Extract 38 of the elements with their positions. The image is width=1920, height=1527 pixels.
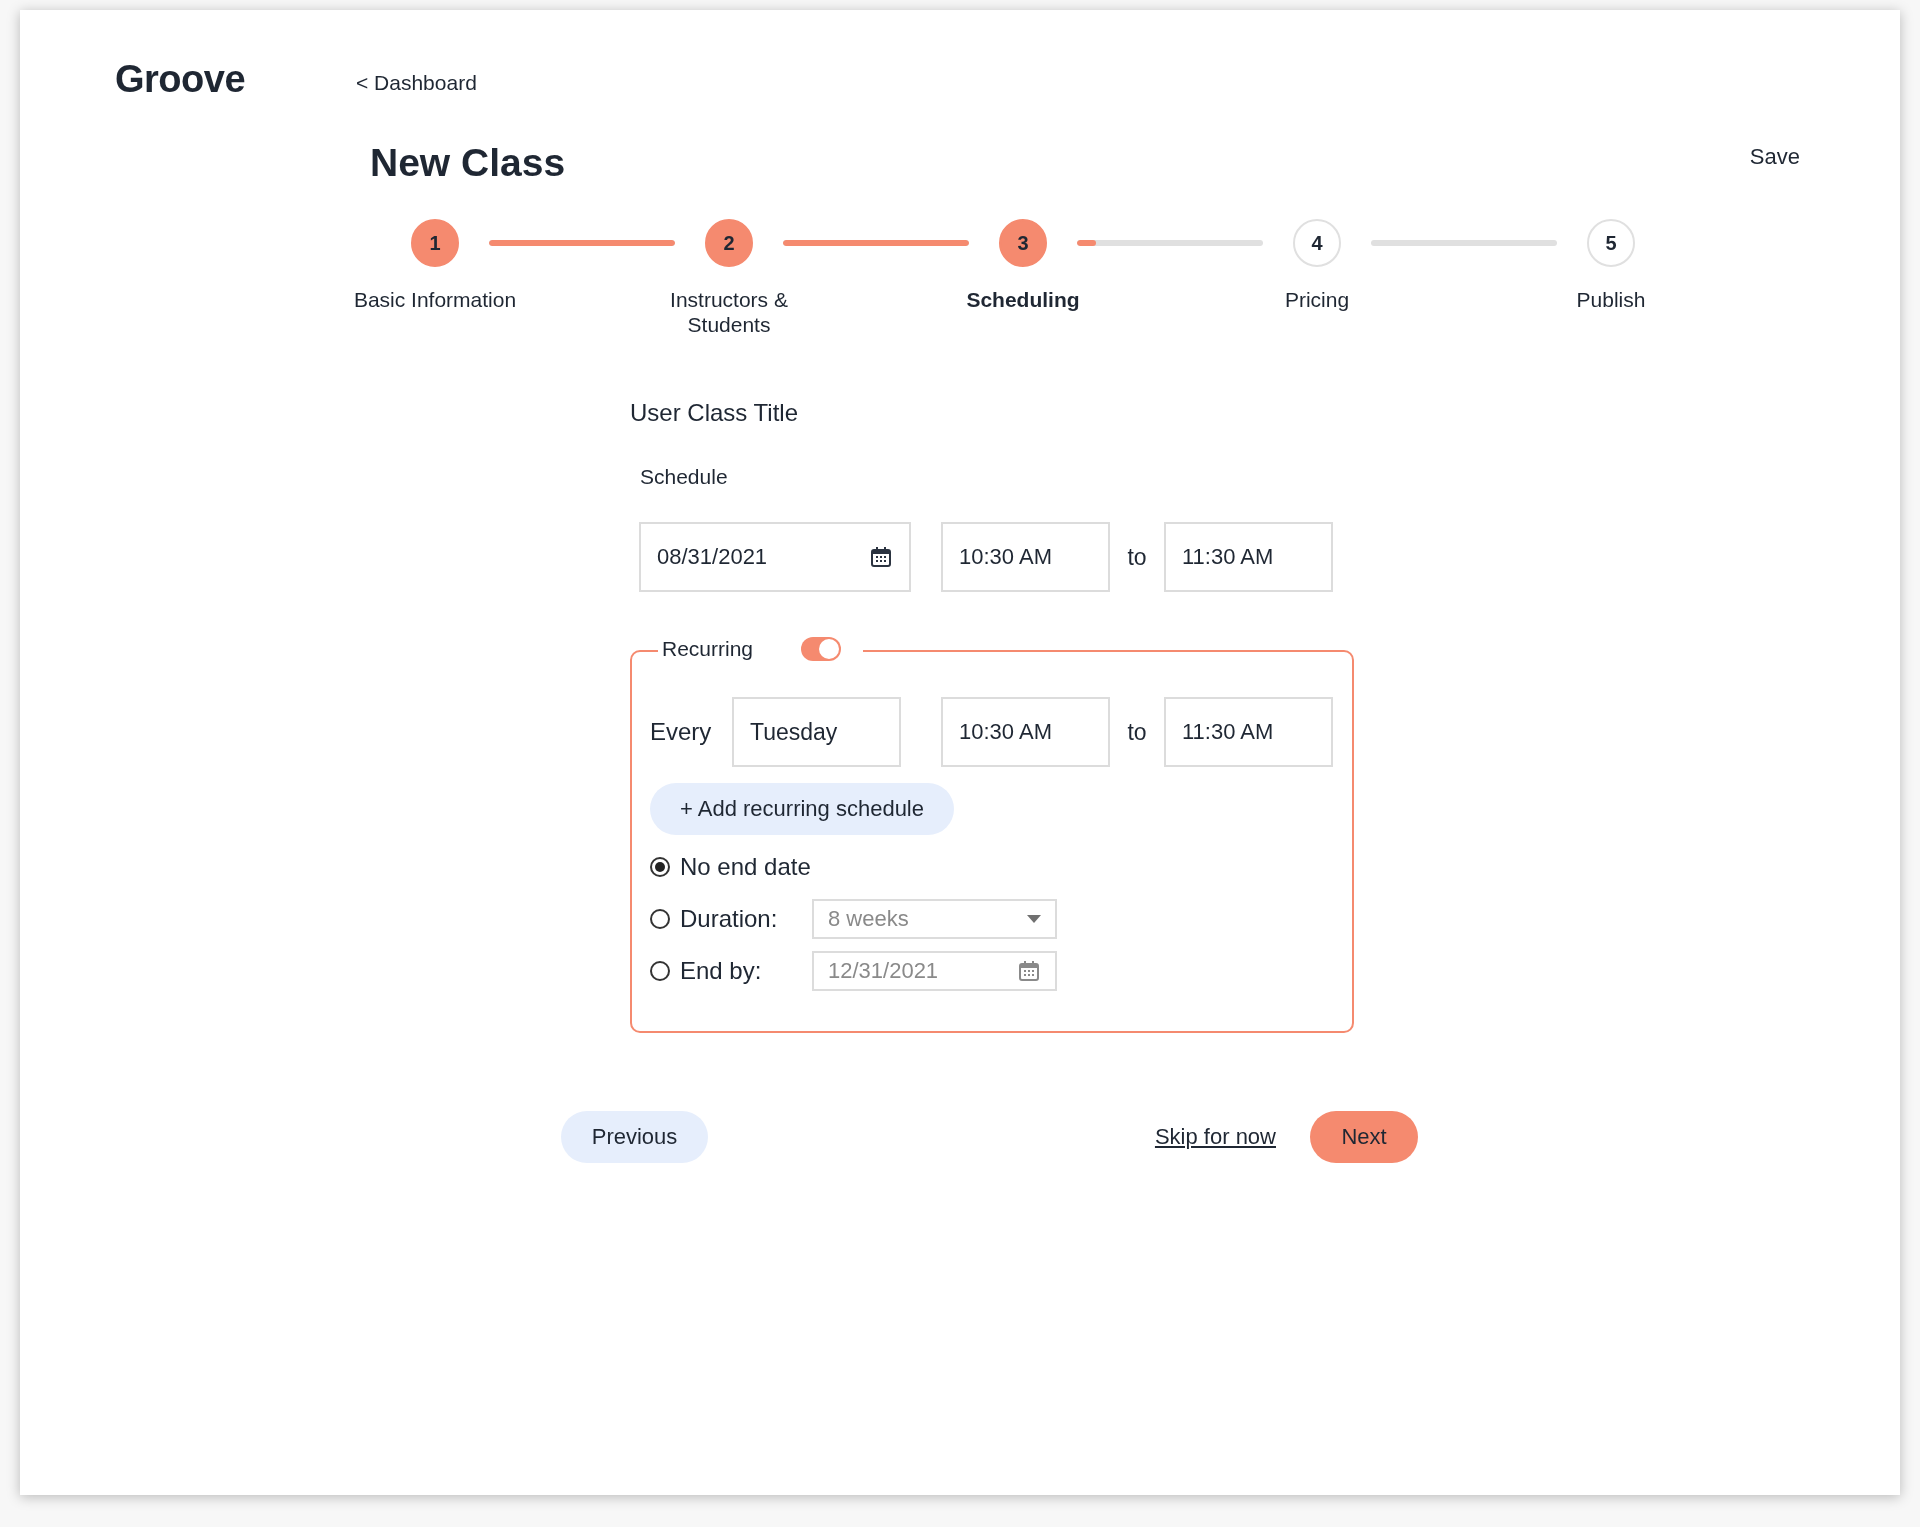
dashboard-link[interactable]: < Dashboard bbox=[356, 64, 477, 95]
to-label: to bbox=[1126, 543, 1148, 571]
schedule-label: Schedule bbox=[640, 465, 729, 489]
add-recurring-button[interactable]: + Add recurring schedule bbox=[650, 783, 954, 835]
step-circle[interactable]: 1 bbox=[411, 219, 459, 267]
radio-button[interactable] bbox=[650, 857, 670, 877]
date-field[interactable]: 08/31/2021 bbox=[639, 522, 911, 592]
caret-icon bbox=[1027, 915, 1041, 923]
recurring-toggle[interactable] bbox=[801, 637, 842, 661]
day-field[interactable]: Tuesday bbox=[732, 697, 901, 767]
step-label: Scheduling bbox=[965, 287, 1081, 313]
step-label: Basic Information bbox=[352, 287, 518, 313]
step-label: Instructors & Students bbox=[669, 287, 789, 337]
previous-button[interactable]: Previous bbox=[561, 1111, 708, 1163]
to-label: to bbox=[1126, 718, 1148, 746]
step-circle[interactable]: 5 bbox=[1587, 219, 1635, 267]
page-title: New Class bbox=[370, 141, 566, 185]
option-label: Duration: bbox=[680, 905, 779, 933]
step-circle[interactable]: 4 bbox=[1293, 219, 1341, 267]
calendar-icon bbox=[869, 545, 893, 569]
calendar-icon bbox=[1017, 959, 1041, 983]
option-label: End by: bbox=[680, 957, 763, 985]
logo: Groove bbox=[115, 58, 247, 101]
end-time-field[interactable]: 11:30 AM bbox=[1164, 522, 1333, 592]
skip-link[interactable]: Skip for now bbox=[1154, 1124, 1276, 1150]
save-button[interactable]: Save bbox=[1749, 144, 1800, 170]
next-button[interactable]: Next bbox=[1310, 1111, 1418, 1163]
option-label: No end date bbox=[680, 853, 812, 881]
class-title: User Class Title bbox=[630, 399, 800, 427]
end-time-field[interactable]: 11:30 AM bbox=[1164, 697, 1333, 767]
step-circle[interactable]: 2 bbox=[705, 219, 753, 267]
start-time-field[interactable]: 10:30 AM bbox=[941, 522, 1110, 592]
step-circle[interactable]: 3 bbox=[999, 219, 1047, 267]
step-label: Publish bbox=[1575, 287, 1647, 313]
start-time-field[interactable]: 10:30 AM bbox=[941, 697, 1110, 767]
recurring-label: Recurring bbox=[662, 637, 754, 661]
every-label: Every bbox=[650, 718, 713, 746]
step-label: Pricing bbox=[1283, 287, 1351, 313]
